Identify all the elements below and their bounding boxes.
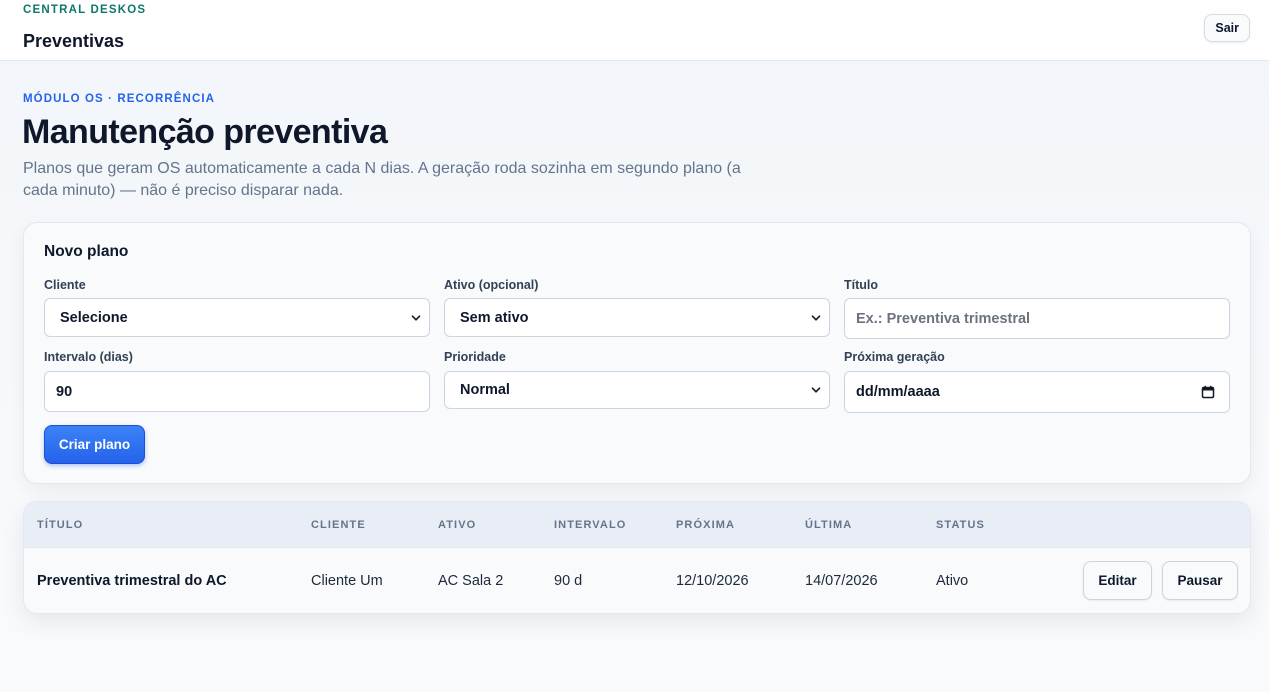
cliente-select[interactable]: Selecione — [44, 298, 430, 337]
top-bar: CENTRAL DESKOS Preventivas Sair — [0, 0, 1269, 61]
row-proxima: 12/10/2026 — [676, 573, 749, 589]
calendar-icon[interactable] — [1201, 385, 1215, 399]
column-header-ultima: ÚLTIMA — [805, 519, 853, 531]
prioridade-select-value: Normal — [460, 382, 510, 398]
new-plan-card: Novo plano Cliente Ativo (opcional) Títu… — [23, 222, 1251, 484]
column-header-status: STATUS — [936, 519, 985, 531]
row-intervalo: 90 d — [554, 573, 583, 589]
create-plan-button[interactable]: Criar plano — [44, 425, 145, 464]
column-header-titulo: TÍTULO — [37, 519, 84, 531]
plans-table: TÍTULO CLIENTE ATIVO INTERVALO PRÓXIMA Ú… — [23, 501, 1251, 614]
row-titulo: Preventiva trimestral do AC — [37, 573, 227, 589]
intervalo-label: Intervalo (dias) — [44, 350, 133, 364]
ativo-select-value: Sem ativo — [460, 309, 529, 326]
column-header-cliente: CLIENTE — [311, 519, 366, 531]
prioridade-label: Prioridade — [444, 350, 506, 364]
proxima-date-value: dd/mm/aaaa — [856, 384, 940, 400]
brand-name: CENTRAL DESKOS — [23, 4, 147, 16]
proxima-label: Próxima geração — [844, 350, 945, 364]
logout-button[interactable]: Sair — [1204, 14, 1250, 42]
column-header-ativo: ATIVO — [438, 519, 477, 531]
new-plan-title: Novo plano — [44, 243, 129, 260]
table-header: TÍTULO CLIENTE ATIVO INTERVALO PRÓXIMA Ú… — [24, 502, 1250, 548]
row-ativo: AC Sala 2 — [438, 573, 504, 589]
chevron-down-icon — [411, 314, 421, 321]
column-header-proxima: PRÓXIMA — [676, 519, 736, 531]
ativo-select[interactable]: Sem ativo — [444, 298, 830, 337]
page-description: Planos que geram OS automaticamente a ca… — [23, 160, 741, 199]
module-eyebrow: MÓDULO OS · RECORRÊNCIA — [23, 93, 216, 105]
titulo-label: Título — [844, 278, 879, 292]
pause-button[interactable]: Pausar — [1162, 561, 1238, 600]
prioridade-select[interactable]: Normal — [444, 371, 830, 409]
intervalo-input[interactable]: 90 — [44, 371, 430, 412]
row-status: Ativo — [936, 573, 969, 589]
column-header-intervalo: INTERVALO — [554, 519, 627, 531]
row-ultima: 14/07/2026 — [805, 573, 878, 589]
titulo-input[interactable]: Ex.: Preventiva trimestral — [844, 298, 1230, 339]
cliente-select-value: Selecione — [60, 309, 128, 326]
page-title: Manutenção preventiva — [22, 113, 388, 151]
proxima-date-input[interactable]: dd/mm/aaaa — [844, 371, 1230, 413]
ativo-label: Ativo (opcional) — [444, 278, 539, 292]
row-cliente: Cliente Um — [311, 573, 383, 589]
intervalo-value: 90 — [56, 383, 73, 400]
titulo-placeholder: Ex.: Preventiva trimestral — [856, 310, 1031, 327]
app-section-title: Preventivas — [23, 31, 125, 51]
edit-button[interactable]: Editar — [1083, 561, 1152, 600]
cliente-label: Cliente — [44, 278, 86, 292]
chevron-down-icon — [811, 387, 821, 393]
chevron-down-icon — [811, 314, 821, 321]
